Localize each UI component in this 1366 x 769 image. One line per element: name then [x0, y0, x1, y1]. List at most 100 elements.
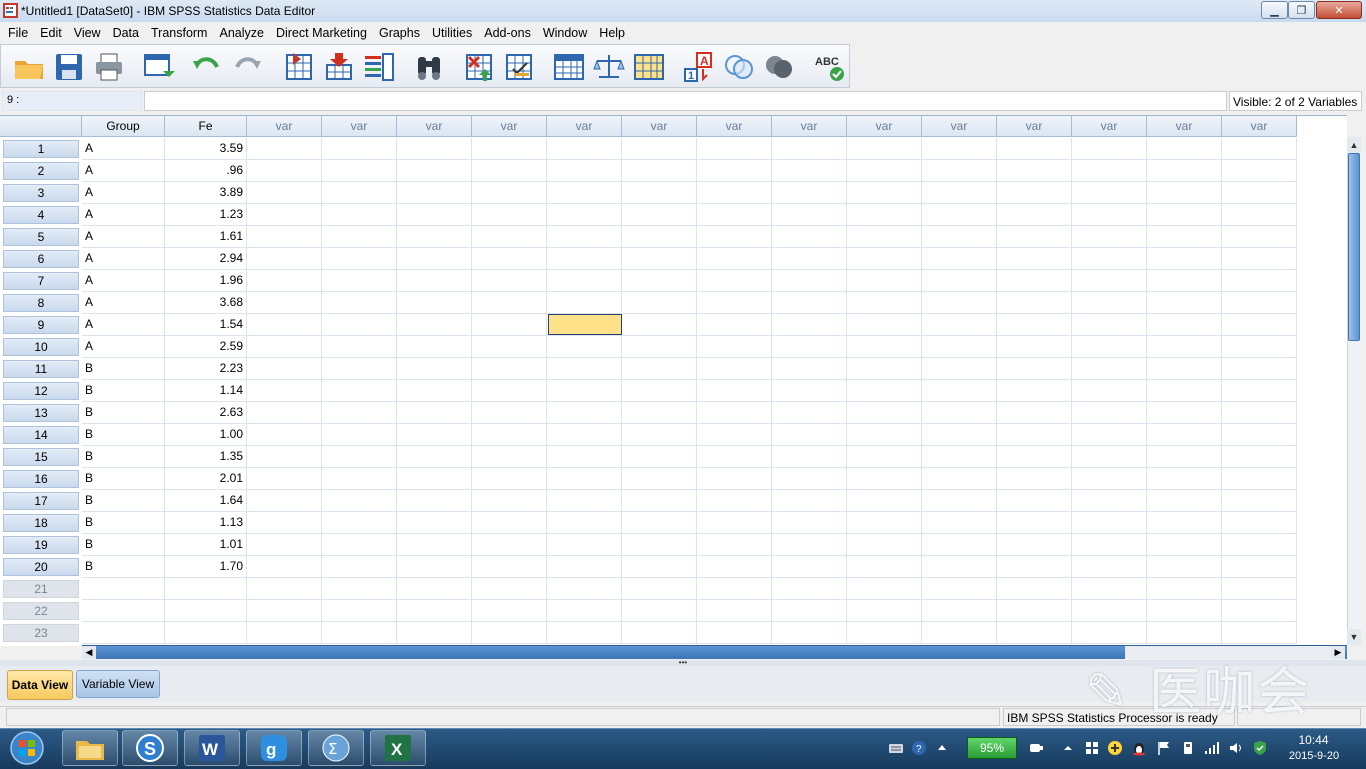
cell-empty[interactable]	[397, 468, 472, 490]
column-header-var[interactable]: var	[247, 116, 322, 137]
cell-empty[interactable]	[697, 490, 772, 512]
row-header[interactable]: 6	[0, 248, 82, 270]
cell-empty[interactable]	[165, 622, 247, 644]
cell-fe[interactable]: 1.70	[165, 556, 247, 578]
cell-empty[interactable]	[697, 622, 772, 644]
cell-empty[interactable]	[322, 248, 397, 270]
cell-empty[interactable]	[772, 336, 847, 358]
cell-group[interactable]: B	[82, 490, 165, 512]
column-header-group[interactable]: Group	[82, 116, 165, 137]
cell-empty[interactable]	[247, 424, 322, 446]
cell-empty[interactable]	[622, 622, 697, 644]
cell-empty[interactable]	[397, 182, 472, 204]
cell-empty[interactable]	[922, 314, 997, 336]
cell-empty[interactable]	[697, 402, 772, 424]
cell-empty[interactable]	[1072, 248, 1147, 270]
cell-empty[interactable]	[847, 446, 922, 468]
cell-empty[interactable]	[1222, 138, 1297, 160]
cell-empty[interactable]	[472, 160, 547, 182]
cell-empty[interactable]	[1072, 512, 1147, 534]
cell-empty[interactable]	[1072, 336, 1147, 358]
cell-empty[interactable]	[622, 138, 697, 160]
cell-empty[interactable]	[397, 226, 472, 248]
insert-cases-icon[interactable]	[463, 51, 495, 83]
cell-empty[interactable]	[247, 248, 322, 270]
cell-group[interactable]: A	[82, 138, 165, 160]
use-variable-sets-icon[interactable]	[723, 51, 755, 83]
cell-empty[interactable]	[772, 226, 847, 248]
cell-empty[interactable]	[622, 160, 697, 182]
cell-empty[interactable]	[1072, 270, 1147, 292]
cell-empty[interactable]	[772, 402, 847, 424]
cell-fe[interactable]: 1.61	[165, 226, 247, 248]
cell-empty[interactable]	[622, 270, 697, 292]
cell-empty[interactable]	[997, 292, 1072, 314]
cell-empty[interactable]	[697, 512, 772, 534]
cell-empty[interactable]	[1147, 446, 1222, 468]
cell-empty[interactable]	[697, 160, 772, 182]
cell-empty[interactable]	[697, 314, 772, 336]
select-cases-icon[interactable]	[633, 51, 665, 83]
cell-empty[interactable]	[697, 270, 772, 292]
cell-empty[interactable]	[547, 270, 622, 292]
cell-empty[interactable]	[472, 578, 547, 600]
cell-empty[interactable]	[1072, 204, 1147, 226]
cell-empty[interactable]	[472, 292, 547, 314]
row-header[interactable]: 19	[0, 534, 82, 556]
cell-empty[interactable]	[847, 622, 922, 644]
cell-empty[interactable]	[847, 314, 922, 336]
cell-empty[interactable]	[772, 600, 847, 622]
column-header-var[interactable]: var	[547, 116, 622, 137]
menu-view[interactable]: View	[74, 26, 101, 40]
cell-empty[interactable]	[547, 292, 622, 314]
cell-empty[interactable]	[622, 336, 697, 358]
row-header[interactable]: 9	[0, 314, 82, 336]
cell-group[interactable]: A	[82, 248, 165, 270]
cell-empty[interactable]	[397, 314, 472, 336]
cell-empty[interactable]	[247, 226, 322, 248]
cell-group[interactable]: A	[82, 292, 165, 314]
cell-empty[interactable]	[547, 446, 622, 468]
cell-empty[interactable]	[922, 160, 997, 182]
volume-icon[interactable]	[1228, 740, 1244, 756]
cell-empty[interactable]	[1072, 292, 1147, 314]
cell-empty[interactable]	[322, 490, 397, 512]
cell-empty[interactable]	[1147, 380, 1222, 402]
cell-empty[interactable]	[997, 226, 1072, 248]
cell-empty[interactable]	[1222, 182, 1297, 204]
cell-empty[interactable]	[1147, 402, 1222, 424]
cell-empty[interactable]	[997, 336, 1072, 358]
spell-check-icon[interactable]: ABC	[813, 51, 845, 83]
variables-icon[interactable]	[363, 51, 395, 83]
cell-empty[interactable]	[1072, 578, 1147, 600]
cell-empty[interactable]	[1147, 622, 1222, 644]
row-header[interactable]: 20	[0, 556, 82, 578]
cell-empty[interactable]	[472, 248, 547, 270]
cell-empty[interactable]	[697, 380, 772, 402]
cell-empty[interactable]	[397, 138, 472, 160]
cell-empty[interactable]	[622, 512, 697, 534]
cell-empty[interactable]	[322, 600, 397, 622]
cell-group[interactable]: B	[82, 468, 165, 490]
cell-fe[interactable]: 1.35	[165, 446, 247, 468]
cell-empty[interactable]	[922, 226, 997, 248]
cell-empty[interactable]	[847, 600, 922, 622]
cell-empty[interactable]	[397, 270, 472, 292]
qq-penguin-icon[interactable]	[1131, 740, 1147, 756]
cell-empty[interactable]	[247, 600, 322, 622]
cell-empty[interactable]	[322, 622, 397, 644]
scroll-right-arrow-icon[interactable]: ▶	[1331, 646, 1345, 659]
cell-fe[interactable]: 2.63	[165, 402, 247, 424]
cell-empty[interactable]	[847, 336, 922, 358]
cell-empty[interactable]	[847, 160, 922, 182]
cell-group[interactable]: A	[82, 160, 165, 182]
taskbar-qq-browser[interactable]: g	[246, 730, 302, 766]
cell-empty[interactable]	[847, 292, 922, 314]
power-plug-icon[interactable]	[1028, 740, 1044, 756]
tab-data-view[interactable]: Data View	[7, 670, 73, 700]
taskbar-excel[interactable]: X	[370, 730, 426, 766]
cell-empty[interactable]	[397, 446, 472, 468]
cell-empty[interactable]	[772, 160, 847, 182]
cell-empty[interactable]	[997, 248, 1072, 270]
cell-empty[interactable]	[847, 248, 922, 270]
